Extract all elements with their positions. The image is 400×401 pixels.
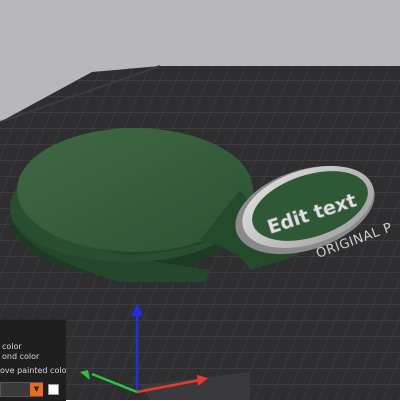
color-swatch[interactable] [48,384,59,395]
paint-option-remove-painted-color[interactable]: ove painted color [0,364,66,377]
paint-option-label: ond color [2,352,40,361]
paint-tool-panel: color ond color ove painted color ▼ [0,319,66,401]
paint-option-label: ove painted color [0,366,66,375]
paint-option-second-color[interactable]: ond color [2,350,66,363]
dropdown-arrow-icon[interactable]: ▼ [30,383,43,396]
color-picker-row: ▼ [0,379,66,401]
